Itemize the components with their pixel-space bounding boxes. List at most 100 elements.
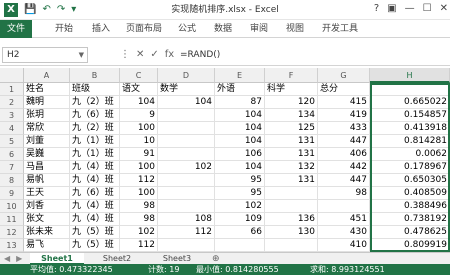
cell-e5[interactable]: 104 bbox=[215, 135, 265, 148]
minimize-icon[interactable]: — bbox=[405, 2, 415, 16]
tab-page-layout[interactable]: 页面布局 bbox=[126, 23, 162, 35]
cell-g3[interactable]: 419 bbox=[318, 109, 370, 122]
enter-icon[interactable]: ✓ bbox=[150, 47, 158, 63]
undo-icon[interactable]: ↶ bbox=[42, 3, 50, 17]
tab-file[interactable]: 文件 bbox=[0, 20, 32, 38]
cell-f6[interactable]: 131 bbox=[265, 148, 318, 161]
customize-qat-icon[interactable]: ▾ bbox=[71, 3, 76, 17]
row-header-12[interactable]: 12 bbox=[0, 226, 24, 239]
cell-c2[interactable]: 104 bbox=[120, 96, 158, 109]
cell-b3[interactable]: 九（6）班 bbox=[70, 109, 120, 122]
cell-f10[interactable] bbox=[265, 200, 318, 213]
row-header-10[interactable]: 10 bbox=[0, 200, 24, 213]
tab-developer[interactable]: 开发工具 bbox=[322, 23, 358, 35]
cell-g9[interactable]: 98 bbox=[318, 187, 370, 200]
tab-insert[interactable]: 插入 bbox=[92, 23, 110, 35]
cell-c10[interactable]: 98 bbox=[120, 200, 158, 213]
cell-h6[interactable]: 0.0062 bbox=[370, 148, 450, 161]
cell-a5[interactable]: 刘董 bbox=[24, 135, 70, 148]
cell-h13[interactable]: 0.809919 bbox=[370, 239, 450, 252]
cell-a8[interactable]: 易帆 bbox=[24, 174, 70, 187]
cell-b5[interactable]: 九（1）班 bbox=[70, 135, 120, 148]
cell-e9[interactable]: 95 bbox=[215, 187, 265, 200]
cell-e10[interactable]: 102 bbox=[215, 200, 265, 213]
cell-a11[interactable]: 张文 bbox=[24, 213, 70, 226]
tab-data[interactable]: 数据 bbox=[214, 23, 232, 35]
column-header-g[interactable]: G bbox=[318, 68, 370, 83]
row-header-3[interactable]: 3 bbox=[0, 109, 24, 122]
cell-c6[interactable]: 91 bbox=[120, 148, 158, 161]
cell-c13[interactable]: 112 bbox=[120, 239, 158, 252]
cell-e3[interactable]: 104 bbox=[215, 109, 265, 122]
cell-b11[interactable]: 九（4）班 bbox=[70, 213, 120, 226]
cell-d3[interactable] bbox=[158, 109, 215, 122]
column-header-f[interactable]: F bbox=[265, 68, 318, 83]
cell-h7[interactable]: 0.178967 bbox=[370, 161, 450, 174]
cell-g13[interactable]: 410 bbox=[318, 239, 370, 252]
row-header-8[interactable]: 8 bbox=[0, 174, 24, 187]
cell-e4[interactable]: 104 bbox=[215, 122, 265, 135]
cell-f7[interactable]: 132 bbox=[265, 161, 318, 174]
cell-g1[interactable]: 总分 bbox=[318, 83, 370, 96]
cell-c9[interactable]: 100 bbox=[120, 187, 158, 200]
cell-e2[interactable]: 87 bbox=[215, 96, 265, 109]
cell-e1[interactable]: 外语 bbox=[215, 83, 265, 96]
select-all-corner[interactable] bbox=[0, 68, 24, 83]
formula-input[interactable]: =RAND() bbox=[176, 47, 446, 63]
cell-e7[interactable]: 104 bbox=[215, 161, 265, 174]
cell-b2[interactable]: 九（2）班 bbox=[70, 96, 120, 109]
cell-d6[interactable] bbox=[158, 148, 215, 161]
cell-b4[interactable]: 九（2）班 bbox=[70, 122, 120, 135]
row-header-1[interactable]: 1 bbox=[0, 83, 24, 96]
cell-a6[interactable]: 吴巍 bbox=[24, 148, 70, 161]
cell-a7[interactable]: 马昌 bbox=[24, 161, 70, 174]
row-header-6[interactable]: 6 bbox=[0, 148, 24, 161]
cell-h9[interactable]: 0.408509 bbox=[370, 187, 450, 200]
cell-f12[interactable]: 130 bbox=[265, 226, 318, 239]
tab-home[interactable]: 开始 bbox=[55, 23, 73, 35]
cell-a13[interactable]: 易飞 bbox=[24, 239, 70, 252]
cell-b1[interactable]: 班级 bbox=[70, 83, 120, 96]
cell-h8[interactable]: 0.650305 bbox=[370, 174, 450, 187]
column-header-a[interactable]: A bbox=[24, 68, 70, 83]
cell-g2[interactable]: 415 bbox=[318, 96, 370, 109]
maximize-icon[interactable]: ☐ bbox=[423, 2, 432, 16]
cell-d2[interactable]: 104 bbox=[158, 96, 215, 109]
cell-e12[interactable]: 66 bbox=[215, 226, 265, 239]
cell-h2[interactable]: 0.665022 bbox=[370, 96, 450, 109]
cell-g4[interactable]: 433 bbox=[318, 122, 370, 135]
cell-b9[interactable]: 九（6）班 bbox=[70, 187, 120, 200]
redo-icon[interactable]: ↷ bbox=[57, 3, 65, 17]
cell-f5[interactable]: 131 bbox=[265, 135, 318, 148]
cell-f1[interactable]: 科学 bbox=[265, 83, 318, 96]
cell-h10[interactable]: 0.388496 bbox=[370, 200, 450, 213]
row-header-5[interactable]: 5 bbox=[0, 135, 24, 148]
cell-g7[interactable]: 442 bbox=[318, 161, 370, 174]
row-header-11[interactable]: 11 bbox=[0, 213, 24, 226]
cell-b13[interactable]: 九（5）班 bbox=[70, 239, 120, 252]
chevron-down-icon[interactable]: ▼ bbox=[79, 48, 84, 62]
cell-c12[interactable]: 102 bbox=[120, 226, 158, 239]
row-header-9[interactable]: 9 bbox=[0, 187, 24, 200]
tab-view[interactable]: 视图 bbox=[286, 23, 304, 35]
cell-d9[interactable] bbox=[158, 187, 215, 200]
cancel-icon[interactable]: ✕ bbox=[136, 47, 144, 63]
cell-g8[interactable]: 447 bbox=[318, 174, 370, 187]
cell-h3[interactable]: 0.154857 bbox=[370, 109, 450, 122]
row-header-4[interactable]: 4 bbox=[0, 122, 24, 135]
cell-e11[interactable]: 109 bbox=[215, 213, 265, 226]
cell-f11[interactable]: 136 bbox=[265, 213, 318, 226]
cell-b8[interactable]: 九（4）班 bbox=[70, 174, 120, 187]
cell-d7[interactable]: 102 bbox=[158, 161, 215, 174]
cell-f4[interactable]: 125 bbox=[265, 122, 318, 135]
name-box[interactable]: H2 ▼ bbox=[2, 47, 88, 63]
cell-e6[interactable]: 106 bbox=[215, 148, 265, 161]
cell-a9[interactable]: 王天 bbox=[24, 187, 70, 200]
cell-f9[interactable] bbox=[265, 187, 318, 200]
row-header-13[interactable]: 13 bbox=[0, 239, 24, 252]
cell-d13[interactable] bbox=[158, 239, 215, 252]
cell-g6[interactable]: 406 bbox=[318, 148, 370, 161]
column-header-b[interactable]: B bbox=[70, 68, 120, 83]
cell-c4[interactable]: 100 bbox=[120, 122, 158, 135]
row-header-7[interactable]: 7 bbox=[0, 161, 24, 174]
